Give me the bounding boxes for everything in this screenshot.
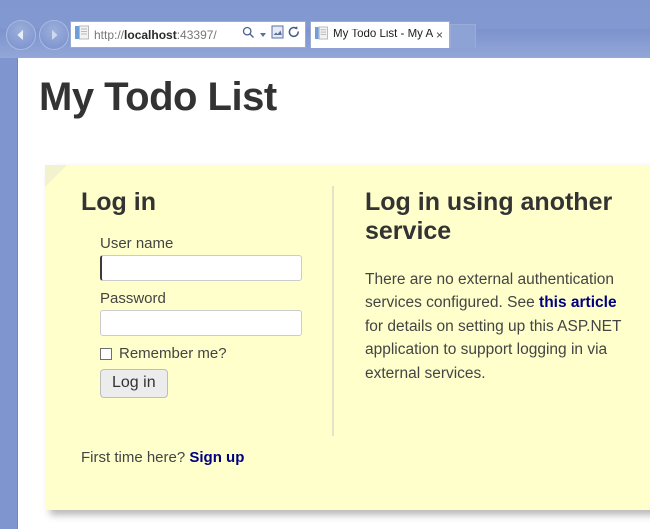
external-text-after: for details on setting up this ASP.NET a… [365, 317, 622, 382]
navigation-buttons [6, 20, 69, 50]
close-icon[interactable]: × [434, 29, 445, 41]
new-tab-button[interactable] [450, 24, 476, 48]
local-login-form: Log in User name Password Remember me? L… [81, 188, 311, 399]
page-title: My Todo List [39, 75, 277, 119]
external-login-description: There are no external authentication ser… [365, 268, 635, 386]
remember-me-row[interactable]: Remember me? [100, 345, 311, 363]
username-input[interactable] [100, 254, 302, 281]
login-submit-button[interactable]: Log in [100, 368, 168, 399]
login-panel: Log in User name Password Remember me? L… [45, 165, 650, 510]
signup-link[interactable]: Sign up [189, 449, 244, 466]
remember-me-checkbox[interactable] [100, 347, 112, 360]
password-input[interactable] [100, 309, 302, 336]
password-label: Password [100, 289, 166, 307]
forward-button[interactable] [39, 20, 69, 50]
page-viewport: My Todo List Log in User name Password R… [17, 58, 650, 529]
this-article-link[interactable]: this article [539, 294, 617, 311]
forward-arrow-icon [52, 30, 58, 40]
compatibility-view-icon[interactable] [271, 25, 284, 44]
refresh-icon[interactable] [287, 25, 301, 44]
address-bar-icons [242, 25, 305, 44]
chevron-down-icon[interactable] [260, 32, 266, 37]
url-rest: :43397/ [176, 28, 217, 41]
url-host: localhost [124, 28, 177, 41]
username-label: User name [100, 234, 174, 252]
remember-me-label: Remember me? [119, 344, 227, 362]
url-scheme: http:// [94, 28, 125, 41]
signup-row: First time here? Sign up [81, 449, 244, 467]
tab-title: My Todo List - My A... [333, 29, 434, 41]
search-icon[interactable] [242, 26, 255, 44]
page-icon [315, 26, 328, 45]
folded-corner-decoration [45, 165, 67, 187]
external-login-section: Log in using another service There are n… [365, 188, 635, 385]
tab-my-todo-list[interactable]: My Todo List - My A... × [310, 21, 450, 48]
login-heading: Log in [81, 188, 156, 216]
address-url-text: http://localhost:43397/ [94, 29, 242, 41]
external-login-heading: Log in using another service [365, 188, 613, 245]
page-icon [75, 25, 89, 45]
column-divider [332, 186, 334, 436]
address-bar[interactable]: http://localhost:43397/ [70, 21, 306, 48]
back-arrow-icon [17, 30, 23, 40]
back-button[interactable] [6, 20, 36, 50]
signup-prompt: First time here? [81, 449, 186, 466]
tab-strip: My Todo List - My A... × [310, 21, 476, 48]
browser-chrome: http://localhost:43397/ My Todo List - M… [0, 0, 650, 58]
